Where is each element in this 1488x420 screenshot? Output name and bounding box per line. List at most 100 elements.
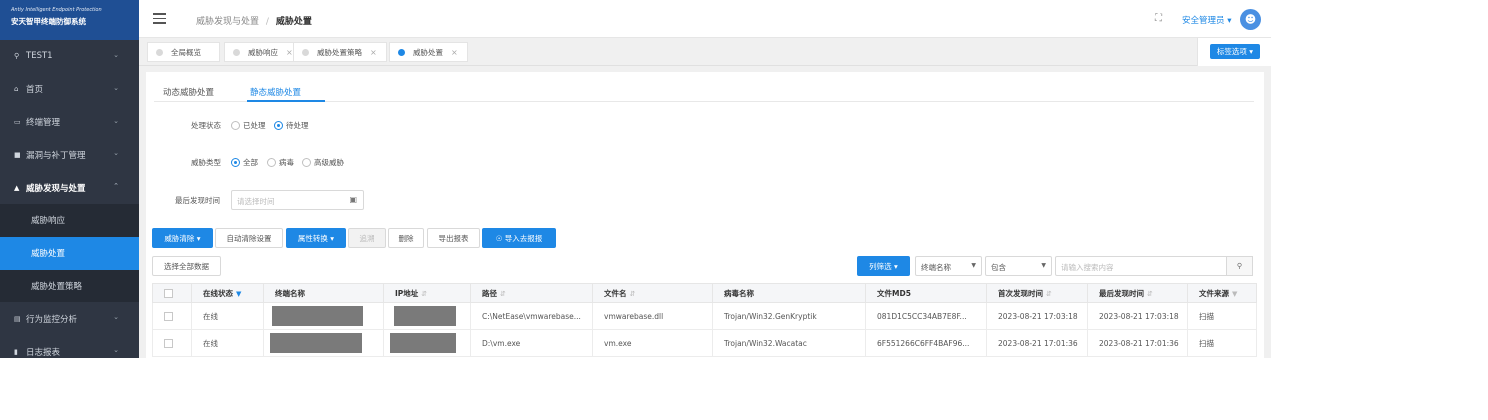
sidebar-item-label: TEST1 bbox=[26, 51, 53, 62]
sort-icon[interactable]: ⇵ bbox=[630, 290, 636, 298]
sort-icon[interactable]: ⇵ bbox=[500, 290, 506, 298]
avatar[interactable]: ☻ bbox=[1240, 9, 1261, 30]
sidebar-item-threat[interactable]: ▲ 威胁发现与处置 ⌃ bbox=[0, 171, 139, 204]
header-label: 文件来源 bbox=[1199, 288, 1229, 298]
tab-dot-icon bbox=[156, 48, 163, 56]
checkbox[interactable] bbox=[164, 311, 173, 321]
header-filename[interactable]: 文件名 ⇵ bbox=[592, 283, 713, 303]
radio-pending[interactable]: 待处理 bbox=[274, 120, 309, 131]
sort-icon[interactable]: ⇵ bbox=[421, 290, 427, 298]
trace-button[interactable]: 追溯 bbox=[348, 228, 386, 248]
radio-label: 病毒 bbox=[279, 158, 294, 167]
cell-virus-name[interactable]: Trojan/Win32.Wacatac bbox=[712, 329, 866, 357]
filter-icon[interactable]: ▼ bbox=[236, 290, 241, 298]
sidebar-item-threat-response[interactable]: 威胁响应 bbox=[0, 203, 139, 237]
select-all-button[interactable]: 选择全部数据 bbox=[152, 256, 221, 276]
cell-virus-name[interactable]: Trojan/Win32.GenKryptik bbox=[712, 302, 866, 330]
attr-convert-button[interactable]: 属性转换 ▾ bbox=[286, 228, 346, 248]
column-filter-button[interactable]: 列筛选 ▾ bbox=[857, 256, 910, 276]
cell-md5: 6F551266C6FF4BAF96... bbox=[865, 329, 987, 357]
logo-cn: 安天智甲终端防御系统 bbox=[11, 17, 86, 26]
sidebar-item-threat-disposal[interactable]: 威胁处置 bbox=[0, 236, 139, 270]
import-report-button[interactable]: ☉ 导入去报报 bbox=[482, 228, 556, 248]
sidebar-item-patch[interactable]: ■ 漏洞与补丁管理 ⌄ bbox=[0, 138, 139, 171]
table-row[interactable]: 在线 D:\vm.exe vm.exe Trojan/Win32.Wacatac… bbox=[152, 329, 1257, 357]
field-select[interactable]: 终端名称 ▼ bbox=[915, 256, 982, 276]
sidebar-item-threat-policy[interactable]: 威胁处置策略 bbox=[0, 269, 139, 303]
header-ip[interactable]: IP地址 ⇵ bbox=[383, 283, 471, 303]
eye-icon: ☉ bbox=[495, 233, 505, 243]
chevron-down-icon: ⌄ bbox=[113, 346, 119, 355]
checkbox[interactable] bbox=[164, 288, 173, 298]
home-icon: ⌂ bbox=[14, 85, 19, 94]
sidebar-item-label: 日志报表 bbox=[26, 347, 61, 358]
header-label: 首次发现时间 bbox=[998, 288, 1043, 298]
radio-circle bbox=[267, 158, 276, 167]
sidebar-item-behavior[interactable]: ▤ 行为监控分析 ⌄ bbox=[0, 302, 139, 335]
sidebar-item-logs[interactable]: ▮ 日志报表 ⌄ bbox=[0, 335, 139, 368]
cell-online-status: 在线 bbox=[191, 329, 264, 357]
field-select-value: 终端名称 bbox=[921, 263, 951, 272]
tab-options-button[interactable]: 标签选项 ▾ bbox=[1210, 44, 1260, 59]
breadcrumb-parent[interactable]: 威胁发现与处置 bbox=[196, 17, 259, 27]
sort-icon[interactable]: ⇵ bbox=[1046, 290, 1052, 298]
location-pin-icon: ⚲ bbox=[14, 52, 20, 61]
chevron-up-icon: ⌃ bbox=[113, 182, 119, 191]
radio-processed[interactable]: 已处理 bbox=[231, 120, 266, 131]
header-last-found[interactable]: 最后发现时间 ⇵ bbox=[1087, 283, 1188, 303]
operator-select[interactable]: 包含 ▼ bbox=[985, 256, 1052, 276]
threat-clear-button[interactable]: 威胁清除 ▾ bbox=[152, 228, 213, 248]
subtabs: 动态威胁处置 静态威胁处置 bbox=[154, 80, 1254, 102]
tab-threat-policy[interactable]: 威胁处置策略 × bbox=[293, 42, 387, 62]
status-label: 处理状态 bbox=[191, 121, 221, 130]
close-icon[interactable]: × bbox=[286, 48, 293, 57]
sort-icon[interactable]: ⇵ bbox=[1147, 290, 1153, 298]
user-menu[interactable]: 安全管理员 ▾ bbox=[1182, 14, 1231, 26]
menu-icon[interactable] bbox=[153, 13, 166, 27]
active-tab-indicator bbox=[247, 100, 325, 102]
header-label: 病毒名称 bbox=[724, 288, 754, 298]
close-icon[interactable]: × bbox=[451, 48, 458, 57]
header-checkbox-cell[interactable] bbox=[152, 283, 192, 303]
tab-dynamic-disposal[interactable]: 动态威胁处置 bbox=[163, 86, 214, 98]
table-row[interactable]: 在线 C:\NetEase\vmwarebase... vmwarebase.d… bbox=[152, 302, 1257, 330]
radio-all[interactable]: 全部 bbox=[231, 157, 258, 168]
row-checkbox-cell[interactable] bbox=[152, 329, 192, 357]
sidebar-item-home[interactable]: ⌂ 首页 ⌄ bbox=[0, 73, 139, 106]
auto-clear-button[interactable]: 自动清除设置 bbox=[215, 228, 283, 248]
radio-virus[interactable]: 病毒 bbox=[267, 157, 294, 168]
radio-label: 已处理 bbox=[243, 121, 266, 130]
header-label: 在线状态 bbox=[203, 288, 233, 298]
sidebar-item-test1[interactable]: ⚲ TEST1 ⌄ bbox=[0, 40, 139, 73]
search-icon[interactable]: ⚲ bbox=[1226, 256, 1253, 276]
export-button[interactable]: 导出报表 bbox=[427, 228, 480, 248]
header-path[interactable]: 路径 ⇵ bbox=[470, 283, 593, 303]
header-terminal-name: 终端名称 bbox=[263, 283, 384, 303]
last-found-label: 最后发现时间 bbox=[175, 196, 220, 205]
radio-advanced[interactable]: 高级威胁 bbox=[302, 157, 344, 168]
logo: Antiy Intelligent Endpoint Protection 安天… bbox=[0, 0, 139, 40]
radio-label: 待处理 bbox=[286, 121, 309, 130]
close-icon[interactable]: × bbox=[370, 48, 377, 57]
delete-button[interactable]: 删除 bbox=[388, 228, 424, 248]
header-online-status[interactable]: 在线状态 ▼ bbox=[191, 283, 264, 303]
filter-icon[interactable]: ▼ bbox=[1232, 290, 1237, 298]
header-first-found[interactable]: 首次发现时间 ⇵ bbox=[986, 283, 1088, 303]
tab-dot-icon bbox=[398, 48, 405, 56]
tab-overview[interactable]: 全局概览 bbox=[147, 42, 220, 62]
table-header-row: 在线状态 ▼ 终端名称 IP地址 ⇵ 路径 ⇵ 文件名 ⇵ 病毒名称 文件MD5 首次发… bbox=[152, 283, 1257, 303]
cell-first-found: 2023-08-21 17:03:18 bbox=[986, 302, 1088, 330]
search-input[interactable]: 请输入搜索内容 bbox=[1055, 256, 1227, 276]
row-checkbox-cell[interactable] bbox=[152, 302, 192, 330]
header-md5: 文件MD5 bbox=[865, 283, 987, 303]
checkbox[interactable] bbox=[164, 338, 173, 348]
fullscreen-icon[interactable]: ⛶ bbox=[1155, 13, 1162, 24]
sidebar-item-label: 漏洞与补丁管理 bbox=[26, 150, 86, 161]
sidebar-item-terminal[interactable]: ▭ 终端管理 ⌄ bbox=[0, 106, 139, 139]
date-input[interactable]: 请选择时间 ▣ bbox=[231, 190, 364, 210]
tab-threat-disposal[interactable]: 威胁处置 × bbox=[389, 42, 468, 62]
tab-static-disposal[interactable]: 静态威胁处置 bbox=[250, 86, 301, 98]
header-file-source[interactable]: 文件来源 ▼ bbox=[1187, 283, 1257, 303]
sidebar-item-label: 威胁响应 bbox=[31, 216, 66, 227]
import-report-label: 导入去报报 bbox=[504, 233, 543, 243]
